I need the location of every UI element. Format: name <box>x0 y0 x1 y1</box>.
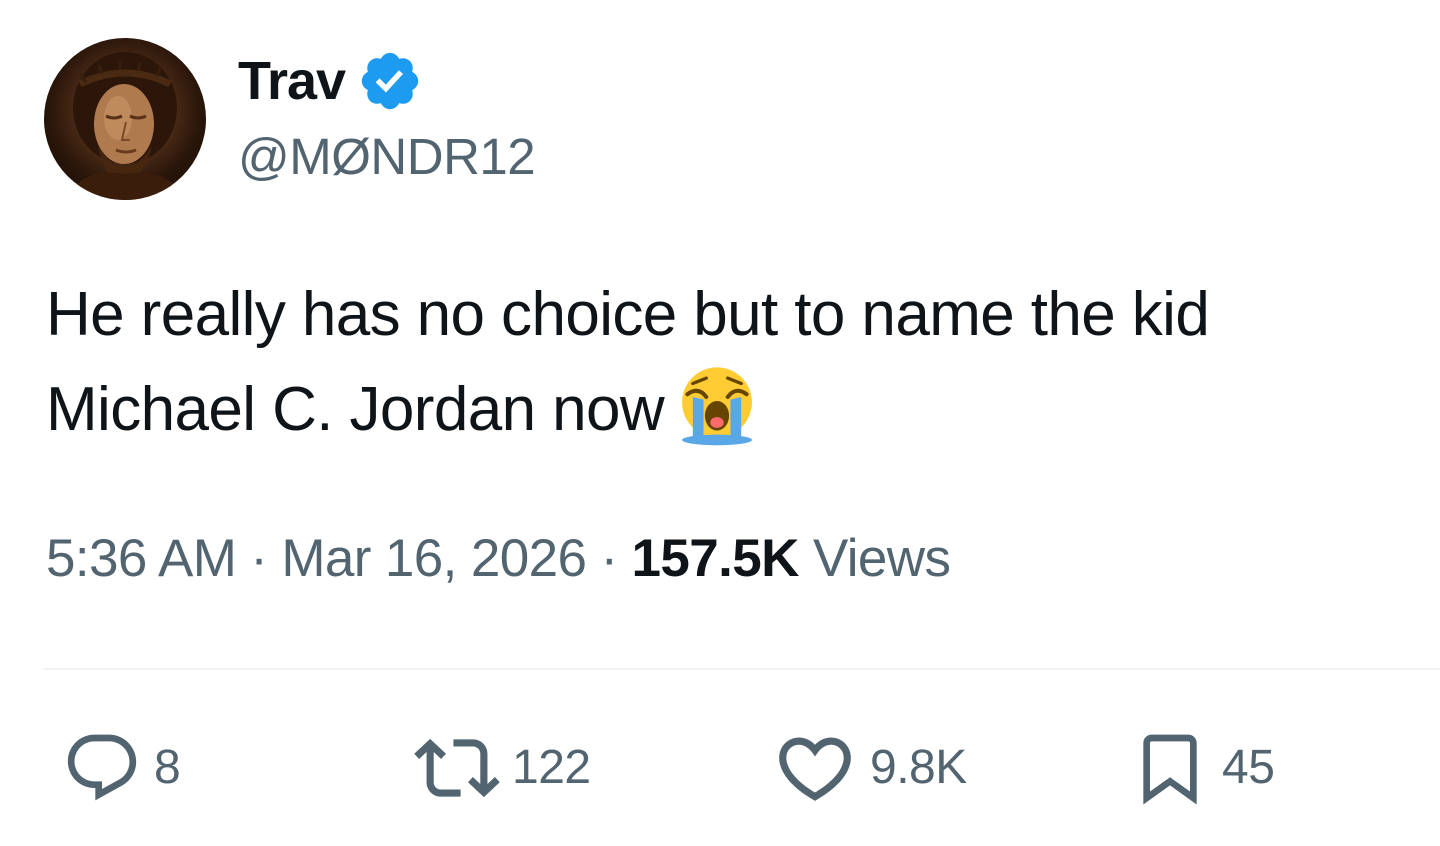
retweet-icon <box>414 738 500 798</box>
display-name-text: Trav <box>238 51 346 111</box>
tweet-card: Trav @MØNDR12 He really has no choice bu… <box>0 0 1440 846</box>
bookmark-count: 45 <box>1222 741 1275 794</box>
tweet-text: He really has no choice but to name the … <box>46 268 1416 457</box>
avatar[interactable] <box>44 38 206 200</box>
tweet-time[interactable]: 5:36 AM <box>46 529 237 588</box>
tweet-meta: 5:36 AM · Mar 16, 2026 · 157.5K Views <box>46 524 951 594</box>
user-handle[interactable]: @MØNDR12 <box>238 126 536 188</box>
loudly-crying-face-emoji-icon <box>674 362 760 448</box>
verified-badge-icon <box>357 48 423 114</box>
tweet-date[interactable]: Mar 16, 2026 <box>281 529 587 588</box>
like-button[interactable]: 9.8K <box>772 728 967 808</box>
display-name[interactable]: Trav <box>238 48 423 114</box>
retweet-count: 122 <box>512 741 591 794</box>
reply-count: 8 <box>154 741 181 794</box>
reply-icon <box>67 734 137 801</box>
bookmark-icon <box>1143 734 1197 805</box>
meta-separator: · <box>250 529 268 588</box>
heart-icon <box>779 737 851 801</box>
divider <box>44 668 1440 670</box>
views-label: Views <box>812 529 951 588</box>
like-count: 9.8K <box>870 741 967 794</box>
views-count: 157.5K <box>631 529 800 588</box>
reply-button[interactable]: 8 <box>62 728 181 808</box>
meta-separator: · <box>600 529 618 588</box>
portrait-avatar-icon <box>64 52 186 200</box>
tweet-text-content: He really has no choice but to name the … <box>46 280 1210 444</box>
bookmark-button[interactable]: 45 <box>1130 728 1275 808</box>
retweet-button[interactable]: 122 <box>414 728 591 808</box>
